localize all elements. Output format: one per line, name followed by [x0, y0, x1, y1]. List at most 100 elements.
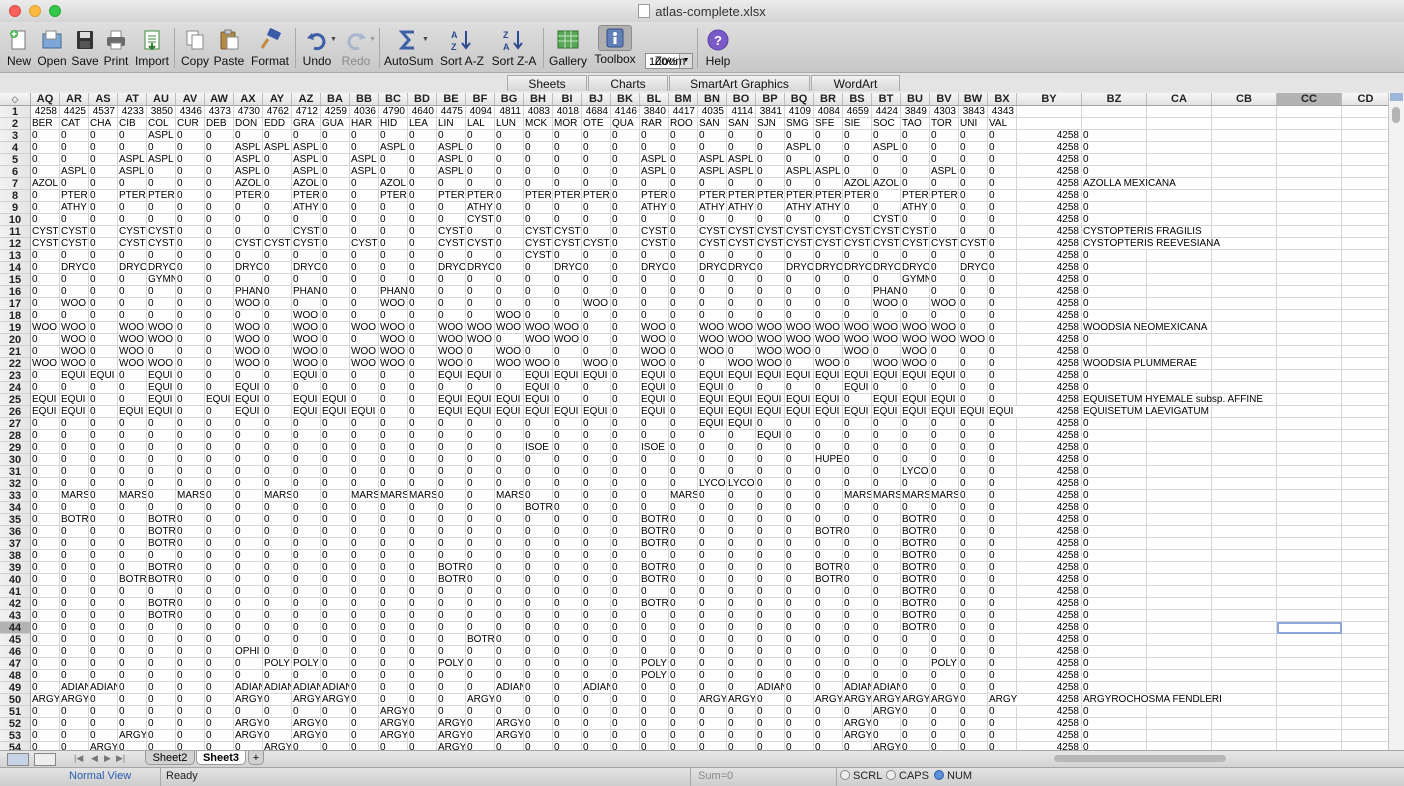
cell-bc29[interactable]: 0 [379, 442, 408, 454]
cell-aw1[interactable]: 4373 [205, 106, 234, 118]
cell-bt52[interactable]: 0 [872, 718, 901, 730]
cell-bt1[interactable]: 4424 [872, 106, 901, 118]
cell-bz22[interactable]: WOODSIA PLUMMERAE [1082, 358, 1197, 370]
cell-bb11[interactable]: 0 [350, 226, 379, 238]
cell-ar12[interactable]: CYST [60, 238, 89, 250]
cell-bx23[interactable]: 0 [988, 370, 1017, 382]
cell-bp11[interactable]: CYST [756, 226, 785, 238]
cell-ca47[interactable] [1147, 658, 1212, 670]
cell-av31[interactable]: 0 [176, 466, 205, 478]
cell-br53[interactable]: 0 [814, 730, 843, 742]
cell-av40[interactable]: 0 [176, 574, 205, 586]
row-header[interactable]: 33 [0, 490, 31, 502]
cell-bu39[interactable]: BOTR [901, 562, 930, 574]
cell-bl11[interactable]: CYST [640, 226, 669, 238]
cell-av32[interactable]: 0 [176, 478, 205, 490]
cell-cb54[interactable] [1212, 742, 1277, 750]
cell-br18[interactable]: 0 [814, 310, 843, 322]
cell-bp25[interactable]: EQUI [756, 394, 785, 406]
cell-au53[interactable]: 0 [147, 730, 176, 742]
cell-bk9[interactable]: 0 [611, 202, 640, 214]
cell-au42[interactable]: BOTR [147, 598, 176, 610]
cell-bq6[interactable]: ASPL [785, 166, 814, 178]
cell-az29[interactable]: 0 [292, 442, 321, 454]
cell-bq13[interactable]: 0 [785, 250, 814, 262]
cell-bd45[interactable]: 0 [408, 634, 437, 646]
cell-aq3[interactable]: 0 [31, 130, 60, 142]
cell-bo27[interactable]: EQUI [727, 418, 756, 430]
cell-ax38[interactable]: 0 [234, 550, 263, 562]
cell-bd29[interactable]: 0 [408, 442, 437, 454]
cell-cc11[interactable] [1277, 226, 1342, 238]
cell-bf50[interactable]: ARGY [466, 694, 495, 706]
cell-cc46[interactable] [1277, 646, 1342, 658]
cell-bj4[interactable]: 0 [582, 142, 611, 154]
cell-bd31[interactable]: 0 [408, 466, 437, 478]
cell-bo48[interactable]: 0 [727, 670, 756, 682]
cell-bl32[interactable]: 0 [640, 478, 669, 490]
cell-bv52[interactable]: 0 [930, 718, 959, 730]
cell-bb3[interactable]: 0 [350, 130, 379, 142]
cell-bc33[interactable]: MARS [379, 490, 408, 502]
cell-by28[interactable]: 4258 [1017, 430, 1082, 442]
cell-by11[interactable]: 4258 [1017, 226, 1082, 238]
cell-bt27[interactable]: 0 [872, 418, 901, 430]
cell-ca41[interactable] [1147, 586, 1212, 598]
cell-bo52[interactable]: 0 [727, 718, 756, 730]
cell-bp26[interactable]: EQUI [756, 406, 785, 418]
cell-as48[interactable]: 0 [89, 670, 118, 682]
cell-bd42[interactable]: 0 [408, 598, 437, 610]
cell-bg35[interactable]: 0 [495, 514, 524, 526]
cell-ay12[interactable]: CYST [263, 238, 292, 250]
cell-bs28[interactable]: 0 [843, 430, 872, 442]
cell-ay33[interactable]: MARS [263, 490, 292, 502]
cell-bz28[interactable]: 0 [1082, 430, 1147, 442]
cell-cd37[interactable] [1342, 538, 1388, 550]
cell-bh38[interactable]: 0 [524, 550, 553, 562]
cell-ax14[interactable]: DRYO [234, 262, 263, 274]
normal-view-button[interactable] [7, 753, 29, 766]
cell-bj28[interactable]: 0 [582, 430, 611, 442]
cell-bz47[interactable]: 0 [1082, 658, 1147, 670]
cell-as11[interactable]: 0 [89, 226, 118, 238]
cell-bi36[interactable]: 0 [553, 526, 582, 538]
cell-be54[interactable]: ARGY [437, 742, 466, 750]
cell-aw22[interactable]: 0 [205, 358, 234, 370]
cell-av4[interactable]: 0 [176, 142, 205, 154]
cell-bp43[interactable]: 0 [756, 610, 785, 622]
cell-ar29[interactable]: 0 [60, 442, 89, 454]
cell-ax1[interactable]: 4730 [234, 106, 263, 118]
cell-bk33[interactable]: 0 [611, 490, 640, 502]
cell-bl49[interactable]: 0 [640, 682, 669, 694]
cell-bj12[interactable]: CYST [582, 238, 611, 250]
cell-bi25[interactable]: 0 [553, 394, 582, 406]
cell-au52[interactable]: 0 [147, 718, 176, 730]
cell-bf24[interactable]: 0 [466, 382, 495, 394]
cell-bf28[interactable]: 0 [466, 430, 495, 442]
cell-ax13[interactable]: 0 [234, 250, 263, 262]
cell-au24[interactable]: EQUI [147, 382, 176, 394]
cell-az39[interactable]: 0 [292, 562, 321, 574]
cell-ca15[interactable] [1147, 274, 1212, 286]
cell-bf54[interactable]: 0 [466, 742, 495, 750]
cell-bl40[interactable]: BOTR [640, 574, 669, 586]
cell-av34[interactable]: 0 [176, 502, 205, 514]
cell-br48[interactable]: 0 [814, 670, 843, 682]
cell-bm11[interactable]: 0 [669, 226, 698, 238]
cell-bp31[interactable]: 0 [756, 466, 785, 478]
cell-by9[interactable]: 4258 [1017, 202, 1082, 214]
cell-br4[interactable]: 0 [814, 142, 843, 154]
cell-az51[interactable]: 0 [292, 706, 321, 718]
cell-br6[interactable]: ASPL [814, 166, 843, 178]
cell-ay19[interactable]: 0 [263, 322, 292, 334]
cell-bz32[interactable]: 0 [1082, 478, 1147, 490]
cell-bf38[interactable]: 0 [466, 550, 495, 562]
cell-bm48[interactable]: 0 [669, 670, 698, 682]
cell-ax53[interactable]: ARGY [234, 730, 263, 742]
cell-bi41[interactable]: 0 [553, 586, 582, 598]
cell-be14[interactable]: DRYO [437, 262, 466, 274]
cell-by26[interactable]: 4258 [1017, 406, 1082, 418]
cell-bj6[interactable]: 0 [582, 166, 611, 178]
cell-bm41[interactable]: 0 [669, 586, 698, 598]
cell-bm51[interactable]: 0 [669, 706, 698, 718]
